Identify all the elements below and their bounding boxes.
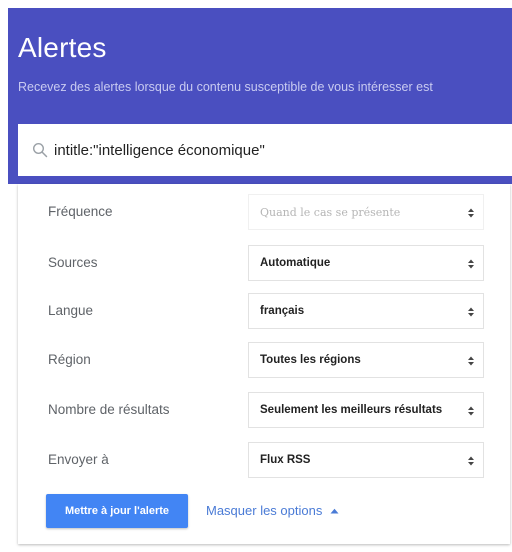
alert-options-card: Fréquence Quand le cas se présente Sourc… [18,184,510,544]
envoyer-a-select-value: Flux RSS [260,454,311,466]
option-row-region: Région Toutes les régions [18,340,510,380]
search-icon [32,142,48,158]
select-arrows-icon [468,356,474,366]
update-alert-button[interactable]: Mettre à jour l'alerte [46,494,188,528]
select-arrows-icon [468,208,474,218]
hide-options-link[interactable]: Masquer les options [206,503,339,518]
select-arrows-icon [468,456,474,466]
option-row-sources: Sources Automatique [18,243,510,283]
alerts-header: Alertes Recevez des alertes lorsque du c… [8,8,512,184]
option-row-frequence: Fréquence Quand le cas se présente [18,192,510,232]
langue-select-value: français [260,305,305,317]
page-subtitle: Recevez des alertes lorsque du contenu s… [18,80,433,94]
select-arrows-icon [468,307,474,317]
sources-select[interactable]: Automatique [248,245,484,281]
nombre-resultats-select-value: Seulement les meilleurs résultats [260,404,443,416]
option-row-langue: Langue français [18,291,510,331]
langue-select[interactable]: français [248,293,484,329]
nombre-resultats-select[interactable]: Seulement les meilleurs résultats [248,392,484,428]
search-bar[interactable] [18,124,512,176]
region-select-value: Toutes les régions [260,354,361,366]
region-select[interactable]: Toutes les régions [248,342,484,378]
select-arrows-icon [468,406,474,416]
page-title: Alertes [18,32,107,63]
option-row-nombre-resultats: Nombre de résultats Seulement les meille… [18,390,510,430]
sources-select-value: Automatique [260,257,331,269]
frequence-select-value: Quand le cas se présente [260,206,401,219]
option-label-frequence: Fréquence [48,204,113,219]
option-label-sources: Sources [48,255,98,270]
hide-options-label: Masquer les options [206,503,323,518]
option-label-nombre-resultats: Nombre de résultats [48,402,170,417]
option-row-envoyer-a: Envoyer à Flux RSS [18,440,510,480]
option-label-langue: Langue [48,303,94,318]
caret-up-icon [330,508,339,513]
frequence-select[interactable]: Quand le cas se présente [248,194,484,230]
select-arrows-icon [468,259,474,269]
envoyer-a-select[interactable]: Flux RSS [248,442,484,478]
option-label-envoyer-a: Envoyer à [48,452,109,467]
option-label-region: Région [48,352,91,367]
search-input[interactable] [54,141,494,159]
